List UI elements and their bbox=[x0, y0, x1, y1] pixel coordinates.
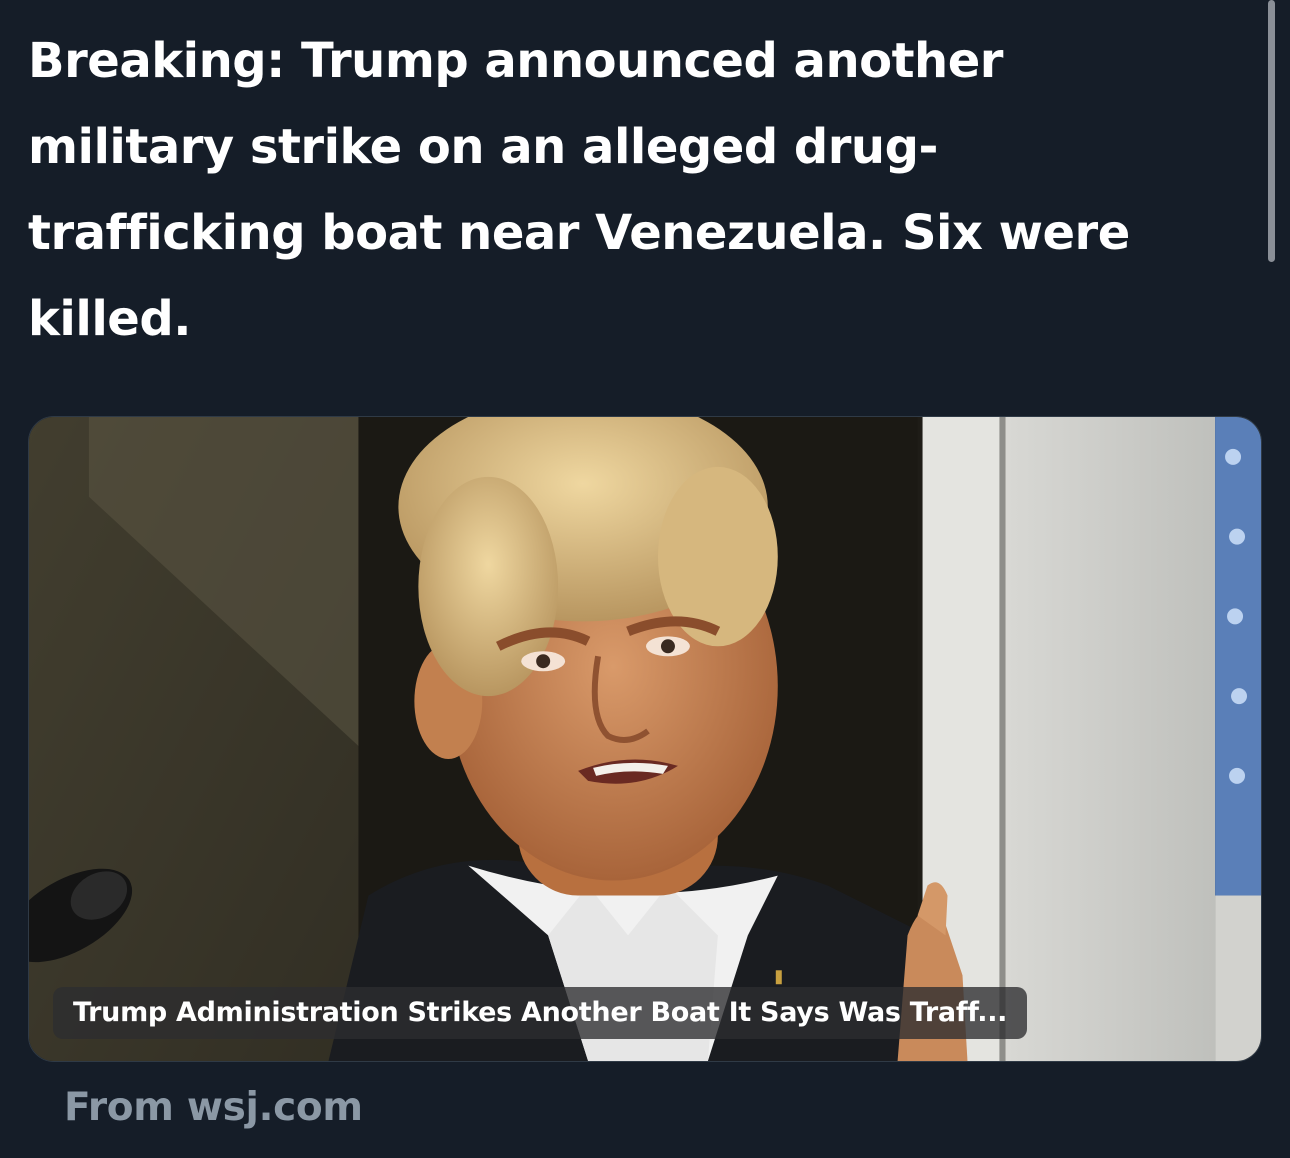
link-source[interactable]: From wsj.com bbox=[64, 1080, 363, 1136]
tweet-text: Breaking: Trump announced another milita… bbox=[28, 33, 1130, 347]
link-card-headline[interactable]: Trump Administration Strikes Another Boa… bbox=[53, 987, 1028, 1039]
news-photo-icon bbox=[29, 417, 1261, 1061]
scrollbar-thumb[interactable] bbox=[1268, 0, 1275, 262]
scrollbar[interactable] bbox=[1268, 0, 1276, 262]
link-card[interactable]: Trump Administration Strikes Another Boa… bbox=[28, 416, 1262, 1062]
